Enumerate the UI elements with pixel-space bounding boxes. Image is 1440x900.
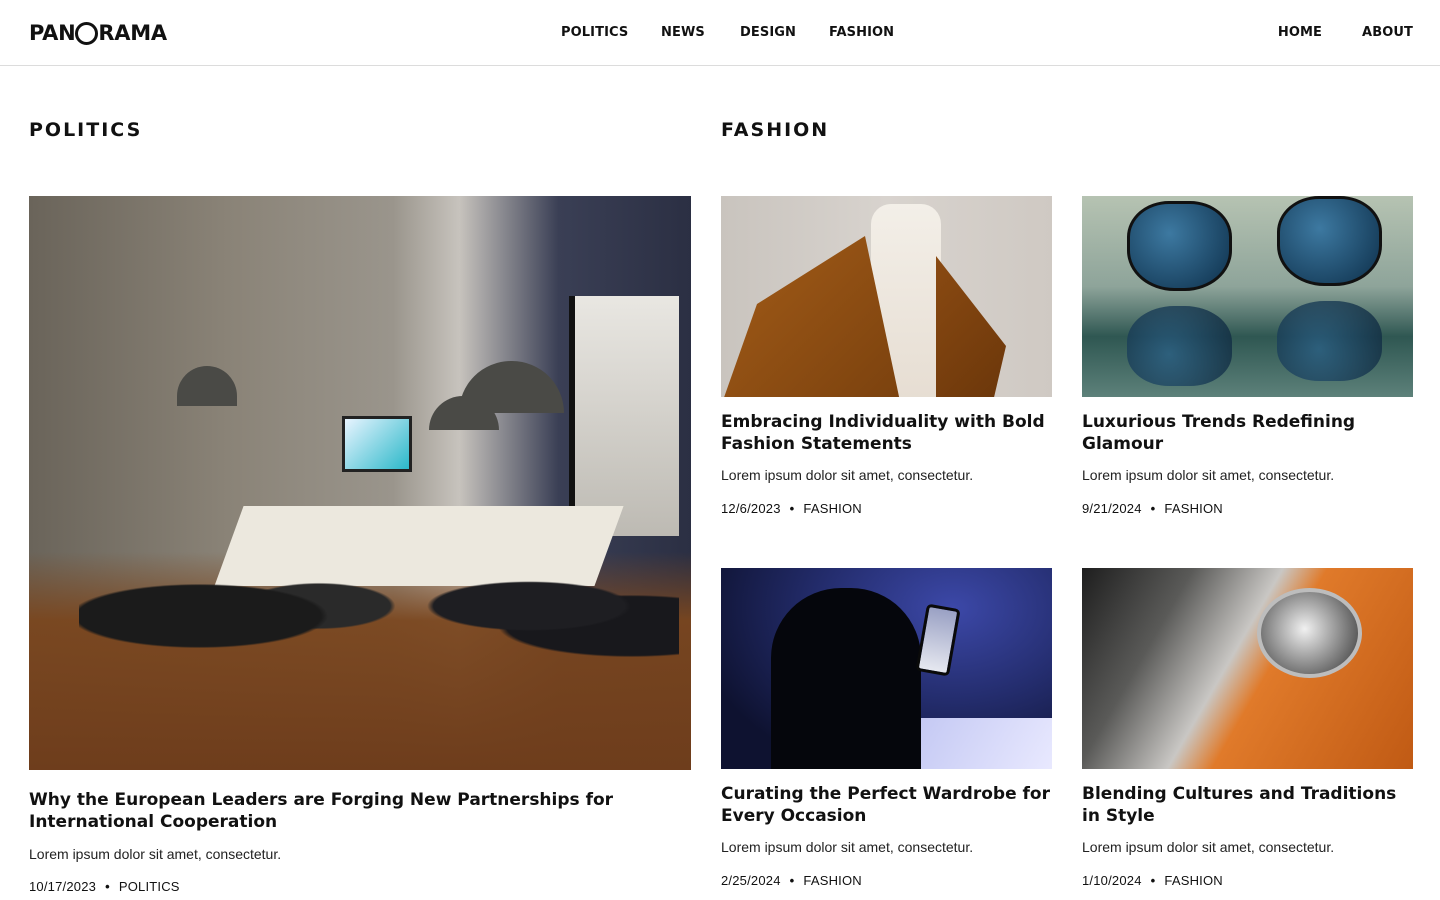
article-category[interactable]: FASHION (803, 873, 861, 888)
article-date: 9/21/2024 (1082, 501, 1142, 516)
section-title-fashion: FASHION (721, 119, 830, 141)
image-lens-detail (1277, 196, 1382, 286)
fashion-4-excerpt: Lorem ipsum dolor sit amet, consectetur. (1082, 839, 1335, 855)
politics-main-meta: 10/17/2023 • POLITICS (29, 879, 180, 894)
fashion-3-title[interactable]: Curating the Perfect Wardrobe for Every … (721, 783, 1052, 827)
nav-link-about[interactable]: ABOUT (1362, 25, 1413, 40)
article-category[interactable]: POLITICS (119, 879, 180, 894)
nav-link-news[interactable]: NEWS (661, 25, 740, 40)
nav-link-fashion[interactable]: FASHION (829, 25, 894, 40)
image-silhouette-detail (771, 588, 921, 769)
fashion-1-meta: 12/6/2023 • FASHION (721, 501, 862, 516)
fashion-2-meta: 9/21/2024 • FASHION (1082, 501, 1223, 516)
article-date: 12/6/2023 (721, 501, 781, 516)
primary-nav: POLITICS NEWS DESIGN FASHION (561, 25, 894, 40)
image-headlamp-detail (1257, 588, 1362, 678)
nav-link-home[interactable]: HOME (1278, 25, 1322, 40)
article-date: 1/10/2024 (1082, 873, 1142, 888)
nav-link-politics[interactable]: POLITICS (561, 25, 661, 40)
image-reflection-detail (1127, 306, 1232, 386)
image-reflection-detail (1277, 301, 1382, 381)
fashion-2-image[interactable] (1082, 196, 1413, 397)
logo-o-ring-icon (75, 21, 99, 45)
image-lamp-detail (177, 366, 237, 406)
fashion-1-title[interactable]: Embracing Individuality with Bold Fashio… (721, 411, 1052, 455)
section-title-politics: POLITICS (29, 119, 143, 141)
politics-main-excerpt: Lorem ipsum dolor sit amet, consectetur. (29, 846, 282, 862)
site-logo[interactable]: PAN RAMA (29, 20, 167, 46)
fashion-2-title[interactable]: Luxurious Trends Redefining Glamour (1082, 411, 1413, 455)
image-people-detail (79, 496, 679, 696)
meta-separator: • (1150, 501, 1156, 516)
article-category[interactable]: FASHION (1164, 501, 1222, 516)
politics-main-image[interactable] (29, 196, 691, 770)
article-category[interactable]: FASHION (803, 501, 861, 516)
nav-link-design[interactable]: DESIGN (740, 25, 829, 40)
fashion-4-meta: 1/10/2024 • FASHION (1082, 873, 1223, 888)
fashion-4-image[interactable] (1082, 568, 1413, 769)
image-phone-detail (915, 603, 961, 677)
fashion-1-image[interactable] (721, 196, 1052, 397)
fashion-3-excerpt: Lorem ipsum dolor sit amet, consectetur. (721, 839, 974, 855)
fashion-4-title[interactable]: Blending Cultures and Traditions in Styl… (1082, 783, 1413, 827)
image-screen-detail (342, 416, 412, 472)
fashion-3-image[interactable] (721, 568, 1052, 769)
image-lens-detail (1127, 201, 1232, 291)
article-category[interactable]: FASHION (1164, 873, 1222, 888)
fashion-1-excerpt: Lorem ipsum dolor sit amet, consectetur. (721, 467, 974, 483)
meta-separator: • (789, 501, 795, 516)
article-date: 2/25/2024 (721, 873, 781, 888)
logo-suffix: RAMA (98, 21, 167, 45)
meta-separator: • (1150, 873, 1156, 888)
fashion-3-meta: 2/25/2024 • FASHION (721, 873, 862, 888)
fashion-2-excerpt: Lorem ipsum dolor sit amet, consectetur. (1082, 467, 1335, 483)
secondary-nav: HOME ABOUT (1278, 25, 1413, 40)
article-date: 10/17/2023 (29, 879, 97, 894)
site-header: PAN RAMA POLITICS NEWS DESIGN FASHION HO… (0, 0, 1440, 66)
logo-prefix: PAN (29, 21, 76, 45)
meta-separator: • (789, 873, 795, 888)
image-jacket-detail (936, 256, 1006, 397)
meta-separator: • (105, 879, 110, 894)
image-lamp-detail (459, 361, 564, 413)
politics-main-title[interactable]: Why the European Leaders are Forging New… (29, 789, 691, 833)
